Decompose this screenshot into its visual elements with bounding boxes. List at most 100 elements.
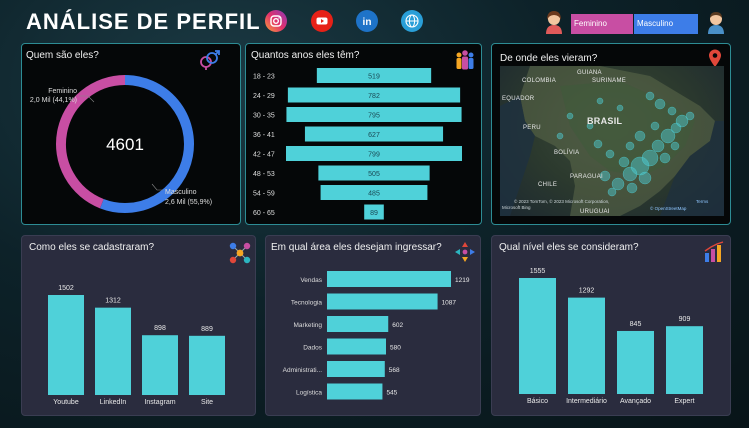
- map-label-equador: EQUADOR: [502, 96, 535, 102]
- age-data-label: 89: [370, 210, 378, 217]
- map-bubble: [556, 132, 564, 140]
- level-tick-label: Avançado: [620, 398, 651, 405]
- area-bar: [327, 383, 383, 400]
- map-bubble: [685, 111, 695, 121]
- map-terms-link[interactable]: Terms: [696, 199, 708, 204]
- age-bar-chart: 18 - 23 519 24 - 29 782 30 - 35 795 36 - 41 627…: [253, 68, 462, 220]
- level-panel: Qual nível eles se consideram? 1555 Básic…: [491, 235, 731, 416]
- level-tick-label: Intermediário: [566, 398, 607, 405]
- donut-label-masculino-name: Masculino: [165, 189, 197, 196]
- age-data-label: 627: [368, 132, 380, 139]
- map-bubble: [660, 128, 676, 144]
- area-tick-label: Dados: [303, 345, 323, 352]
- map-bubble: [670, 141, 680, 151]
- level-tick-label: Básico: [527, 398, 548, 405]
- map-label-peru: PERU: [523, 125, 541, 131]
- area-data-label: 1219: [455, 277, 470, 284]
- age-tick-label: 60 - 65: [253, 210, 275, 217]
- map-label-colombia: COLOMBIA: [522, 78, 557, 84]
- map-bubble: [651, 139, 665, 153]
- area-tick-label: Marketing: [293, 322, 322, 329]
- map-bubble: [607, 187, 617, 197]
- map-bubble: [645, 91, 655, 101]
- globe-icon[interactable]: [401, 10, 423, 32]
- age-data-label: 485: [368, 191, 380, 198]
- map-bubble: [605, 149, 615, 159]
- gender-panel: Quem são eles? 4601 Feminino 2,0 Mil (44,1…: [21, 43, 241, 225]
- map-bubble: [650, 121, 660, 131]
- map-bing-logo: Microsoft Bing: [502, 205, 531, 210]
- page-title: ANÁLISE DE PERFIL: [26, 9, 261, 34]
- map-bubble: [634, 130, 646, 142]
- map-label-guiana: GUIANA: [577, 70, 602, 76]
- instagram-icon[interactable]: [265, 10, 287, 32]
- age-tick-label: 42 - 47: [253, 152, 275, 159]
- signup-bar: [142, 335, 178, 395]
- map-bubble: [596, 97, 604, 105]
- signup-tick-label: Instagram: [144, 399, 175, 406]
- level-tick-label: Expert: [674, 398, 694, 405]
- map-bubbles: [556, 91, 695, 197]
- level-bar: [568, 297, 605, 394]
- filter-feminino-button[interactable]: Feminino: [571, 14, 633, 34]
- age-tick-label: 24 - 29: [253, 93, 275, 100]
- level-bar-chart: 1555 Básico 1292 Intermediário 845 Avançado 90…: [519, 268, 703, 405]
- age-data-label: 795: [368, 113, 380, 120]
- area-tick-label: Administrati...: [283, 367, 323, 374]
- signup-tick-label: Site: [201, 399, 213, 406]
- donut-center-total: 4601: [106, 135, 144, 154]
- signup-data-label: 898: [154, 325, 166, 332]
- age-tick-label: 18 - 23: [253, 74, 275, 81]
- map-panel-title: De onde eles vieram?: [500, 53, 598, 64]
- map-bubble: [618, 156, 630, 168]
- filter-masculino-button[interactable]: Masculino: [634, 14, 698, 34]
- area-panel: Em qual área eles desejam ingressar? Ven…: [265, 235, 481, 416]
- age-data-label: 505: [368, 171, 380, 178]
- age-data-label: 519: [368, 74, 380, 81]
- area-data-label: 602: [392, 322, 403, 329]
- area-bar: [327, 316, 389, 332]
- map-bubble: [566, 112, 574, 120]
- map-label-suriname: SURINAME: [592, 78, 627, 84]
- map-label-chile: CHILE: [538, 182, 558, 188]
- map-bubble: [593, 139, 603, 149]
- linkedin-icon[interactable]: in: [356, 10, 378, 32]
- signup-data-label: 1312: [105, 298, 121, 305]
- map-osm-link[interactable]: © OpenStreetMap: [650, 206, 686, 211]
- area-tick-label: Vendas: [300, 277, 322, 284]
- signup-data-label: 1502: [58, 285, 74, 292]
- area-data-label: 568: [389, 367, 400, 374]
- signup-data-label: 889: [201, 326, 213, 333]
- area-bar: [327, 271, 451, 287]
- map-panel: De onde eles vieram? COLOMBIA GUIANA SUR…: [491, 43, 731, 225]
- brazil-map[interactable]: COLOMBIA GUIANA SURINAME EQUADOR PERU BR…: [500, 66, 724, 216]
- area-data-label: 545: [386, 390, 397, 397]
- map-bubble: [622, 166, 638, 182]
- male-avatar-icon: [704, 9, 728, 35]
- signup-bar: [95, 307, 131, 395]
- age-tick-label: 36 - 41: [253, 132, 275, 139]
- map-label-brasil: BRASIL: [587, 116, 623, 126]
- header: ANÁLISE DE PERFIL in Feminino Masculino: [0, 0, 749, 44]
- signup-tick-label: LinkedIn: [100, 399, 127, 406]
- signup-bar: [189, 335, 225, 395]
- age-panel: Quantos anos eles têm? 18 - 23 519 24 - 29…: [245, 43, 482, 225]
- age-tick-label: 54 - 59: [253, 191, 275, 198]
- level-data-label: 845: [630, 321, 642, 328]
- map-bubble: [638, 171, 652, 185]
- youtube-icon[interactable]: [311, 10, 333, 32]
- level-bar: [617, 330, 654, 394]
- map-label-bolivia: BOLÍVIA: [554, 150, 580, 156]
- age-data-label: 782: [368, 93, 380, 100]
- area-data-label: 1087: [442, 300, 457, 307]
- donut-label-masculino-value: 2,6 Mil (55,9%): [165, 199, 212, 206]
- area-tick-label: Logística: [296, 390, 322, 397]
- map-bubble: [659, 152, 671, 164]
- signup-panel: Como eles se cadastraram? 1502 Youtube 131…: [21, 235, 256, 416]
- map-label-uruguai: URUGUAI: [580, 209, 610, 215]
- map-bubble: [616, 104, 624, 112]
- area-tick-label: Tecnologia: [291, 300, 322, 307]
- map-bubble: [667, 106, 677, 116]
- map-label-paraguai: PARAGUAI: [570, 174, 603, 180]
- level-bar: [666, 326, 703, 394]
